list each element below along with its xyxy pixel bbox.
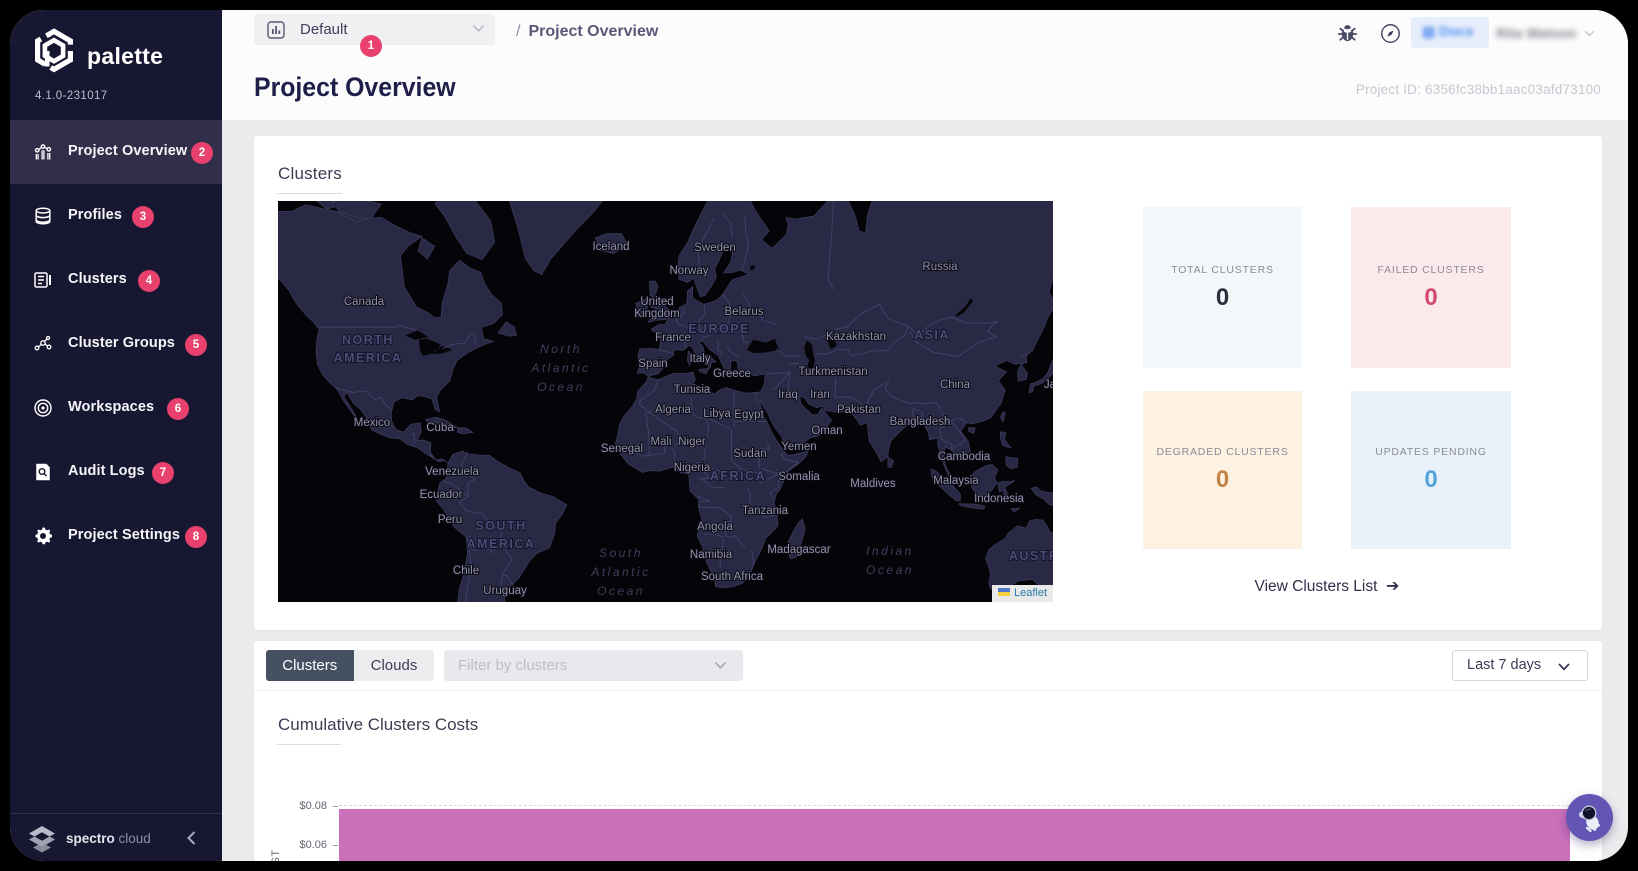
svg-text:Kingdom: Kingdom — [634, 308, 679, 320]
svg-text:Nigeria: Nigeria — [674, 462, 711, 474]
svg-text:Mexico: Mexico — [354, 417, 390, 429]
svg-text:Iran: Iran — [810, 389, 830, 401]
svg-text:Algeria: Algeria — [655, 404, 691, 416]
svg-text:Senegal: Senegal — [601, 443, 643, 455]
svg-text:Somalia: Somalia — [778, 471, 820, 483]
svg-text:Norway: Norway — [670, 265, 709, 277]
svg-text:Chile: Chile — [453, 565, 479, 577]
svg-text:Iraq: Iraq — [778, 389, 798, 401]
svg-text:Ja: Ja — [1044, 379, 1053, 391]
svg-text:Madagascar: Madagascar — [767, 544, 830, 556]
svg-text:Egypt: Egypt — [734, 409, 764, 421]
svg-text:Atlantic: Atlantic — [530, 361, 590, 375]
svg-text:Pakistan: Pakistan — [837, 404, 881, 416]
svg-text:Malaysia: Malaysia — [933, 475, 979, 487]
svg-text:AMERICA: AMERICA — [334, 351, 403, 365]
svg-text:Cuba: Cuba — [426, 422, 454, 434]
svg-text:Ecuador: Ecuador — [420, 489, 463, 501]
svg-text:Iceland: Iceland — [592, 241, 629, 253]
svg-text:Italy: Italy — [689, 353, 710, 365]
svg-text:France: France — [655, 332, 691, 344]
svg-text:AFRICA: AFRICA — [710, 469, 766, 483]
svg-text:Mali: Mali — [650, 436, 671, 448]
svg-text:EUROPE: EUROPE — [688, 322, 750, 336]
svg-text:Oman: Oman — [811, 425, 842, 437]
svg-text:United: United — [640, 296, 673, 308]
svg-text:AUSTRAL: AUSTRAL — [1009, 549, 1053, 563]
svg-text:Kazakhstan: Kazakhstan — [826, 331, 886, 343]
svg-text:Maldives: Maldives — [850, 478, 896, 490]
svg-text:Atlantic: Atlantic — [590, 565, 650, 579]
svg-text:China: China — [940, 379, 971, 391]
svg-text:Tanzania: Tanzania — [742, 505, 789, 517]
svg-text:Tunisia: Tunisia — [674, 384, 711, 396]
svg-text:Ocean: Ocean — [866, 563, 914, 577]
svg-text:South: South — [599, 546, 643, 560]
svg-text:Sweden: Sweden — [694, 242, 736, 254]
svg-text:Turkmenistan: Turkmenistan — [798, 366, 867, 378]
svg-text:Sudan: Sudan — [733, 448, 766, 460]
svg-text:ASIA: ASIA — [914, 328, 950, 342]
svg-text:Indian: Indian — [866, 544, 914, 558]
svg-text:Niger: Niger — [678, 436, 706, 448]
svg-text:Libya: Libya — [703, 408, 731, 420]
svg-text:AMERICA: AMERICA — [467, 537, 536, 551]
svg-text:Angola: Angola — [697, 521, 733, 533]
svg-text:Namibia: Namibia — [690, 549, 733, 561]
svg-text:SOUTH: SOUTH — [475, 519, 526, 533]
svg-text:Ocean: Ocean — [597, 584, 645, 598]
svg-text:Spain: Spain — [638, 358, 667, 370]
svg-text:Bangladesh: Bangladesh — [890, 416, 951, 428]
svg-text:North: North — [540, 342, 582, 356]
svg-text:South Africa: South Africa — [701, 571, 764, 583]
svg-text:Cambodia: Cambodia — [938, 451, 991, 463]
svg-text:NORTH: NORTH — [342, 333, 394, 347]
svg-text:Venezuela: Venezuela — [425, 466, 479, 478]
svg-text:Peru: Peru — [438, 514, 462, 526]
svg-text:Uruguay: Uruguay — [483, 585, 527, 597]
svg-text:Ocean: Ocean — [537, 380, 585, 394]
svg-text:Canada: Canada — [344, 296, 385, 308]
svg-text:Greece: Greece — [713, 368, 751, 380]
svg-text:Russia: Russia — [922, 261, 958, 273]
svg-text:Yemen: Yemen — [781, 441, 816, 453]
svg-text:Indonesia: Indonesia — [974, 493, 1024, 505]
svg-text:Belarus: Belarus — [725, 306, 764, 318]
